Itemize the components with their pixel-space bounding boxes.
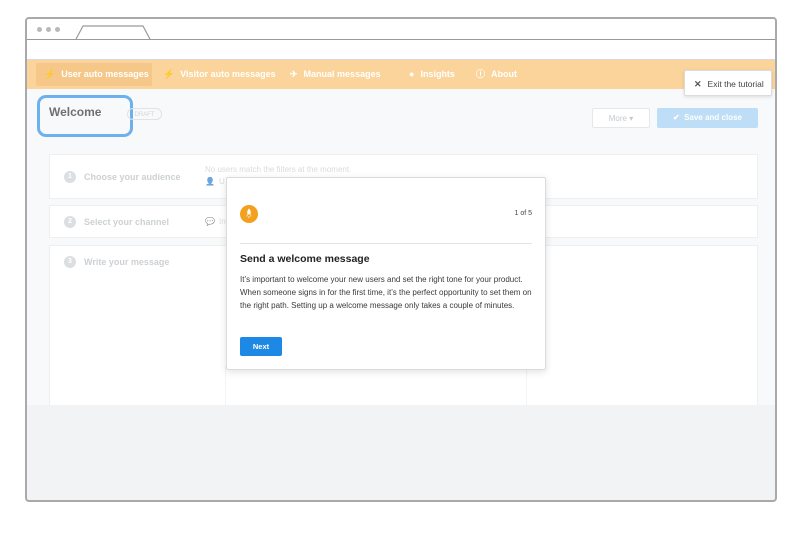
exit-tutorial-button[interactable]: ✕ Exit the tutorial bbox=[684, 70, 772, 96]
nav-item-insights[interactable]: ● Insights bbox=[409, 60, 455, 89]
rocket-icon bbox=[240, 205, 258, 223]
tutorial-step-counter: 1 of 5 bbox=[514, 210, 532, 217]
browser-titlebar bbox=[27, 19, 775, 41]
nav-item-user-auto-messages[interactable]: ⚡ User auto messages bbox=[44, 60, 149, 89]
close-icon: ✕ bbox=[694, 79, 702, 89]
bulb-icon: ● bbox=[409, 69, 415, 79]
browser-address-bar[interactable] bbox=[27, 39, 775, 60]
popover-body: It’s important to welcome your new users… bbox=[240, 275, 532, 310]
top-navigation: ⚡ User auto messages ⚡ Visitor auto messag… bbox=[27, 60, 775, 89]
window-dot[interactable] bbox=[37, 27, 42, 32]
browser-window: ⚡ User auto messages ⚡ Visitor auto messag… bbox=[25, 17, 777, 502]
nav-item-visitor-auto-messages[interactable]: ⚡ Visitor auto messages bbox=[163, 60, 276, 89]
popover-title: Send a welcome message bbox=[240, 253, 370, 265]
paper-plane-icon: ✈ bbox=[290, 69, 298, 79]
divider bbox=[240, 243, 532, 244]
next-button[interactable]: Next bbox=[240, 337, 282, 356]
app-viewport: ⚡ User auto messages ⚡ Visitor auto messag… bbox=[27, 60, 775, 405]
window-dot[interactable] bbox=[55, 27, 60, 32]
lightning-icon: ⚡ bbox=[44, 69, 56, 79]
tutorial-popover: 1 of 5 Send a welcome message It’s impor… bbox=[226, 177, 546, 370]
lightning-icon: ⚡ bbox=[163, 69, 175, 79]
window-dot[interactable] bbox=[46, 27, 51, 32]
nav-item-manual-messages[interactable]: ✈ Manual messages bbox=[290, 60, 381, 89]
nav-item-about[interactable]: ⓘ About bbox=[476, 60, 517, 89]
info-icon: ⓘ bbox=[476, 69, 486, 79]
